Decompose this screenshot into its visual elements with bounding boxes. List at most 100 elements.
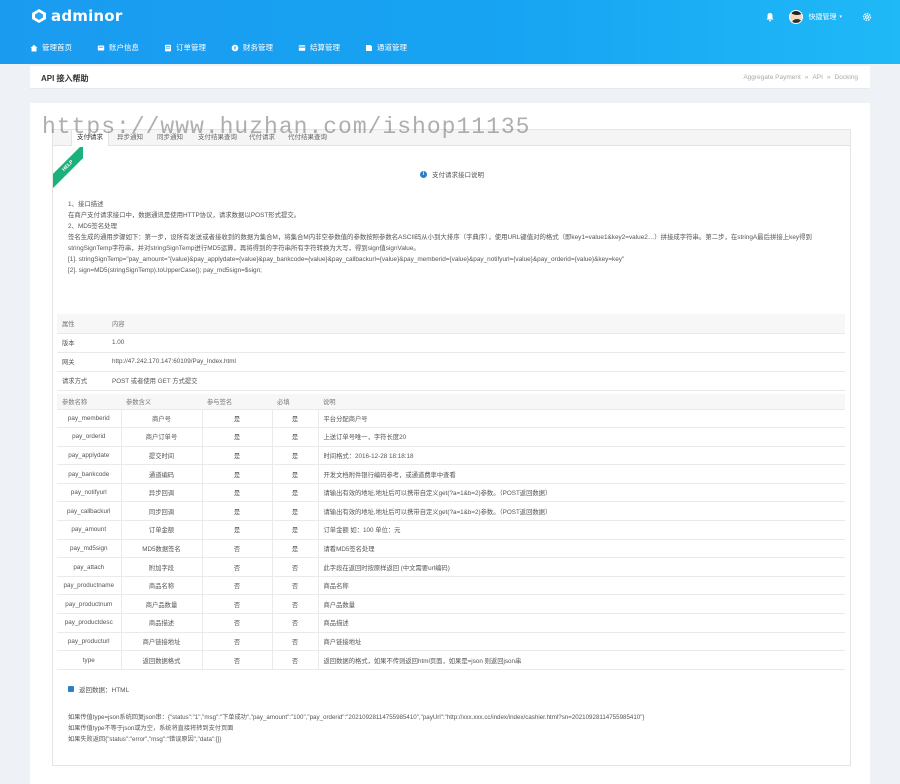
breadcrumb-item[interactable]: Aggregate Payment	[743, 74, 800, 81]
logo-text: adminor	[51, 7, 123, 25]
param-signed: 否	[202, 632, 273, 652]
table-cell: 版本	[57, 333, 107, 353]
nav-label: 财务管理	[243, 43, 273, 52]
param-signed: 否	[202, 650, 273, 670]
channel-icon	[366, 44, 372, 51]
interface-notes: 1、接口描述 在商户支付请求接口中，数据通讯是使用HTTP协议，请求数据以POS…	[68, 199, 848, 276]
param-required: 否	[272, 632, 319, 652]
gear-icon[interactable]	[862, 12, 872, 22]
param-required: 否	[272, 576, 319, 596]
param-description: 上送订单号唯一，字符长度20	[318, 427, 845, 447]
nav-item-finance[interactable]: ¥ 财务管理	[231, 42, 273, 53]
table-header: 参数名称	[57, 394, 121, 410]
note-line: 1、接口描述	[68, 201, 104, 208]
tab-payout-request[interactable]: 代付请求	[249, 130, 275, 146]
nav-label: 管理首页	[42, 43, 72, 52]
breadcrumb-separator: »	[804, 74, 809, 81]
param-table: 参数名称 参数含义 参与签名 必填 说明 pay_memberid 商户号是是平台…	[57, 394, 845, 670]
table-row: 网关 http://47.242.170.147:60109/Pay_Index…	[57, 352, 845, 372]
return-data-icon	[68, 686, 74, 692]
return-line: 如果传值type不等于json或为空，系统将直接将转到支付页面	[68, 725, 234, 732]
table-header: 必填	[272, 394, 318, 410]
param-name: pay_productnum	[57, 594, 122, 615]
bell-icon[interactable]	[765, 12, 775, 22]
param-meaning: 返回数据格式	[121, 650, 203, 670]
param-required: 是	[272, 539, 319, 559]
table-header: 内容	[107, 314, 845, 334]
table-header: 属性	[57, 314, 107, 334]
param-name: pay_applydate	[57, 446, 122, 466]
nav-label: 订单管理	[176, 43, 206, 52]
table-header: 参数含义	[121, 394, 202, 410]
nav-label: 结算管理	[310, 43, 340, 52]
param-signed: 是	[202, 483, 273, 503]
param-name: type	[57, 650, 122, 670]
tab-sync-notify[interactable]: 同步通知	[157, 130, 183, 146]
nav-label: 账户信息	[109, 43, 139, 52]
note-line: [2]. sign=MD5(stringSignTemp).toUpperCas…	[68, 267, 262, 274]
return-line: 如果失败返回{"status":"error","msg":"错误原因","da…	[68, 736, 222, 743]
param-signed: 是	[202, 464, 273, 484]
table-row: pay_md5sign MD5数据签名否是请看MD5签名处理	[57, 539, 845, 559]
table-row: pay_orderid 商户订单号是是上送订单号唯一，字符长度20	[57, 427, 845, 447]
param-description: 平台分配商户号	[318, 409, 845, 429]
account-icon	[97, 45, 105, 50]
param-description: 商户品数量	[318, 594, 845, 615]
param-meaning: MD5数据签名	[121, 539, 203, 559]
param-description: 请看MD5签名处理	[318, 539, 845, 559]
table-row: pay_productnum 商户品数量否否商户品数量	[57, 594, 845, 615]
tab-payment-request[interactable]: 支付请求	[71, 130, 109, 146]
table-row: pay_producturl 商户链接地址否否商户链接地址	[57, 632, 845, 652]
table-row: type 返回数据格式否否返回数据的格式，如果不传则返回html页面，如果是=js…	[57, 650, 845, 670]
avatar[interactable]	[789, 10, 804, 24]
chevron-down-icon[interactable]: ▾	[839, 14, 842, 20]
tab-payout-query[interactable]: 代付结果查询	[288, 130, 327, 146]
top-right-toolbar: 快捷管理 ▾	[765, 10, 872, 24]
nav-item-orders[interactable]: 订单管理	[164, 42, 206, 53]
table-row: pay_productname 商品名称否否商品名称	[57, 576, 845, 596]
param-name: pay_productname	[57, 576, 122, 596]
user-name[interactable]: 快捷管理	[808, 12, 836, 22]
param-signed: 否	[202, 594, 273, 615]
param-signed: 否	[202, 576, 273, 596]
param-name: pay_attach	[57, 557, 122, 577]
main-nav: 管理首页 账户信息 订单管理 ¥ 财务管理 结算管理 通道管理	[30, 42, 432, 53]
table-row: pay_bankcode 通道编码是是开发文档附件银行编码参考，或通道费率中查看	[57, 464, 845, 484]
param-name: pay_memberid	[57, 409, 122, 429]
note-line: [1]. stringSignTemp="pay_amount="{value}…	[68, 256, 625, 263]
logo-icon	[32, 9, 46, 23]
table-header-row: 属性 内容	[57, 314, 845, 334]
gateway-url: http://47.242.170.147:60109/Pay_Index.ht…	[107, 352, 845, 372]
tab-async-notify[interactable]: 异步通知	[117, 130, 143, 146]
nav-item-account[interactable]: 账户信息	[97, 42, 139, 53]
param-description: 时间格式：2016-12-28 18:18:18	[318, 446, 845, 466]
return-section-title: 返回数据：HTML	[68, 684, 129, 694]
param-description: 请输出有效的地址,地址后可以携带自定义get(?a=1&b=2)参数。（POST…	[318, 483, 845, 503]
param-required: 否	[272, 613, 319, 633]
param-description: 订单金额 如：100 单位：元	[318, 520, 845, 540]
param-required: 是	[272, 520, 319, 540]
param-name: pay_productdesc	[57, 613, 122, 633]
table-cell: POST 或者使用 GET 方式提交	[107, 371, 845, 391]
param-name: pay_amount	[57, 520, 122, 540]
param-signed: 否	[202, 539, 273, 559]
help-ribbon-label: HELP	[53, 147, 83, 195]
nav-item-channels[interactable]: 通道管理	[365, 42, 407, 53]
table-row: pay_callbackurl 同步回调是是请输出有效的地址,地址后可以携带自定义…	[57, 501, 845, 522]
table-row: pay_amount 订单金额是是订单金额 如：100 单位：元	[57, 520, 845, 540]
nav-item-settlement[interactable]: 结算管理	[298, 42, 340, 53]
info-table: 属性 内容 版本 1.00 网关 http://47.242.170.147:6…	[57, 314, 845, 391]
nav-item-home[interactable]: 管理首页	[30, 42, 72, 53]
breadcrumb-item[interactable]: API	[812, 74, 822, 81]
param-required: 是	[272, 427, 319, 447]
table-row: pay_attach 附加字段否否此字段在返回时按原样返回 (中文需要url编码)	[57, 557, 845, 577]
param-signed: 是	[202, 409, 273, 429]
tab-payment-query[interactable]: 支付结果查询	[198, 130, 237, 146]
param-required: 是	[272, 483, 319, 503]
param-meaning: 同步回调	[121, 501, 203, 522]
param-description: 此字段在返回时按原样返回 (中文需要url编码)	[318, 557, 845, 577]
breadcrumb-separator: »	[826, 74, 831, 81]
table-row: pay_productdesc 商品描述否否商品描述	[57, 613, 845, 633]
logo[interactable]: adminor	[31, 7, 122, 25]
param-meaning: 商户品数量	[121, 594, 203, 615]
